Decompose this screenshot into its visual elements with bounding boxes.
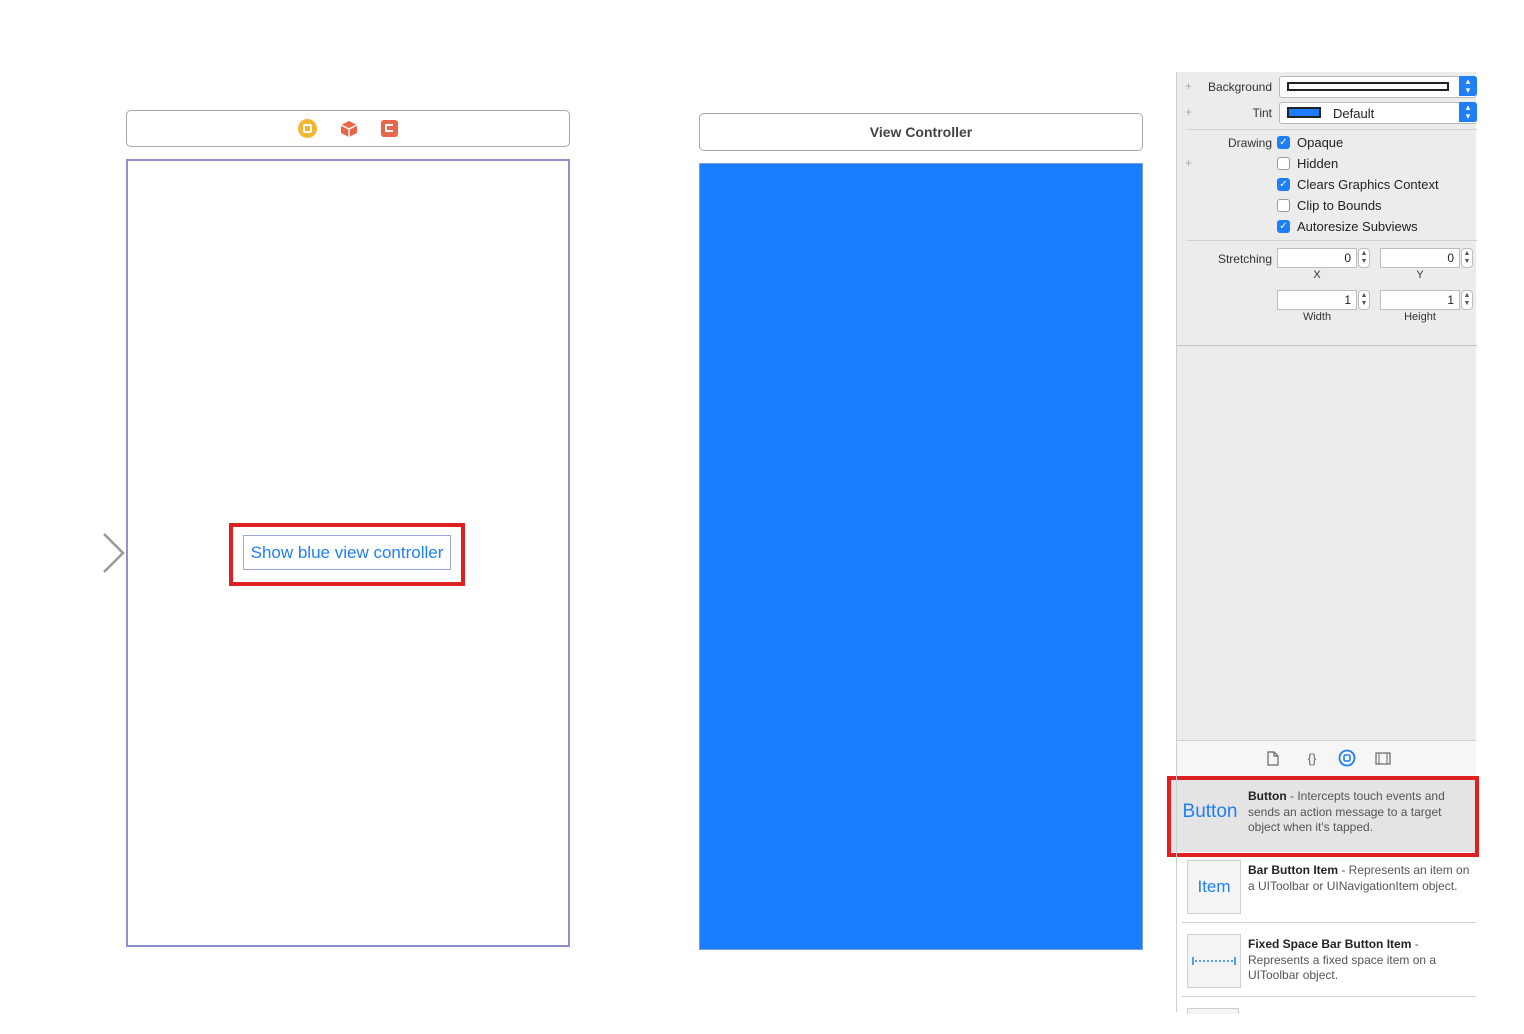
stretching-x-stepper[interactable]: ▲ ▼ (1358, 248, 1370, 268)
stretching-y-field[interactable]: 0 (1380, 248, 1460, 268)
opaque-checkbox[interactable]: ✓ (1277, 136, 1290, 149)
attributes-inspector: + Background ▴ ▾ + Tint Default ▴ ▾ Drawin… (1176, 72, 1477, 742)
scene-dock[interactable] (126, 110, 570, 147)
stretching-y-label: Y (1416, 269, 1424, 281)
clears-graphics-context-checkbox[interactable]: ✓ (1277, 178, 1290, 191)
tint-value: Default (1333, 106, 1375, 121)
clip-to-bounds-label: Clip to Bounds (1297, 198, 1382, 213)
stretching-x-label: X (1313, 269, 1321, 281)
library-tab-bar: {} (1176, 740, 1476, 776)
library-item-highlight-box (1167, 776, 1479, 857)
library-item-description: Fixed Space Bar Button Item - Represents… (1248, 937, 1470, 984)
stretching-height-field[interactable]: 1 (1380, 290, 1460, 310)
clip-to-bounds-checkbox[interactable] (1277, 199, 1290, 212)
background-color-swatch (1287, 82, 1449, 91)
stretching-height-label: Height (1404, 311, 1436, 323)
library-item-description: Bar Button Item - Represents an item on … (1248, 863, 1470, 894)
file-template-icon[interactable] (1258, 741, 1288, 775)
background-label: Background (1207, 80, 1272, 94)
stretching-height-stepper[interactable]: ▲ ▼ (1461, 290, 1473, 310)
chevron-updown-icon: ▴ ▾ (1459, 102, 1477, 122)
divider (1187, 240, 1477, 241)
blue-view-controller-view[interactable] (699, 163, 1143, 950)
media-library-icon[interactable] (1368, 741, 1398, 775)
library-panel-left-border (1176, 740, 1177, 1012)
stretching-width-stepper[interactable]: ▲ ▼ (1358, 290, 1370, 310)
drawing-label: Drawing (1227, 136, 1272, 150)
library-item-partial (1187, 1008, 1239, 1014)
stretching-width-label: Width (1302, 311, 1332, 323)
entry-point-arrow-icon (8, 533, 125, 573)
stretching-x-field[interactable]: 0 (1277, 248, 1357, 268)
divider (1177, 345, 1477, 346)
show-blue-view-controller-button[interactable]: Show blue view controller (243, 535, 451, 570)
stretching-label: Stretching (1217, 252, 1272, 266)
tint-color-swatch (1287, 107, 1321, 118)
chevron-updown-icon: ▴ ▾ (1459, 76, 1477, 96)
autoresize-subviews-label: Autoresize Subviews (1297, 219, 1418, 234)
code-snippet-icon[interactable]: {} (1297, 741, 1327, 775)
tint-color-popup[interactable]: Default ▴ ▾ (1279, 102, 1477, 124)
hidden-checkbox[interactable] (1277, 157, 1290, 170)
tint-label: Tint (1252, 106, 1272, 120)
opaque-label: Opaque (1297, 135, 1344, 150)
library-item-fixed-space-bar-button-item[interactable]: Fixed Space Bar Button Item - Represents… (1176, 923, 1476, 997)
exit-icon[interactable] (381, 120, 398, 137)
library-item-title: Bar Button Item (1248, 863, 1338, 877)
hidden-label: Hidden (1297, 156, 1339, 171)
clears-graphics-context-label: Clears Graphics Context (1297, 177, 1439, 192)
first-responder-icon[interactable] (340, 120, 358, 138)
view-controller-title-bar[interactable]: View Controller (699, 113, 1143, 151)
library-item-bar-button-item[interactable]: Item Bar Button Item - Represents an ite… (1176, 857, 1476, 923)
add-variation-icon[interactable]: + (1185, 156, 1192, 170)
view-controller-icon[interactable] (298, 119, 317, 138)
library-item-title: Fixed Space Bar Button Item (1248, 937, 1412, 951)
stretching-width-field[interactable]: 1 (1277, 290, 1357, 310)
autoresize-subviews-checkbox[interactable]: ✓ (1277, 220, 1290, 233)
divider (1187, 129, 1477, 130)
object-library-icon[interactable] (1332, 741, 1362, 775)
fixed-space-bar-button-item-icon (1187, 934, 1241, 988)
divider (1182, 996, 1476, 997)
background-color-popup[interactable]: ▴ ▾ (1279, 76, 1477, 98)
bar-button-item-icon: Item (1187, 860, 1241, 914)
stretching-y-stepper[interactable]: ▲ ▼ (1461, 248, 1473, 268)
